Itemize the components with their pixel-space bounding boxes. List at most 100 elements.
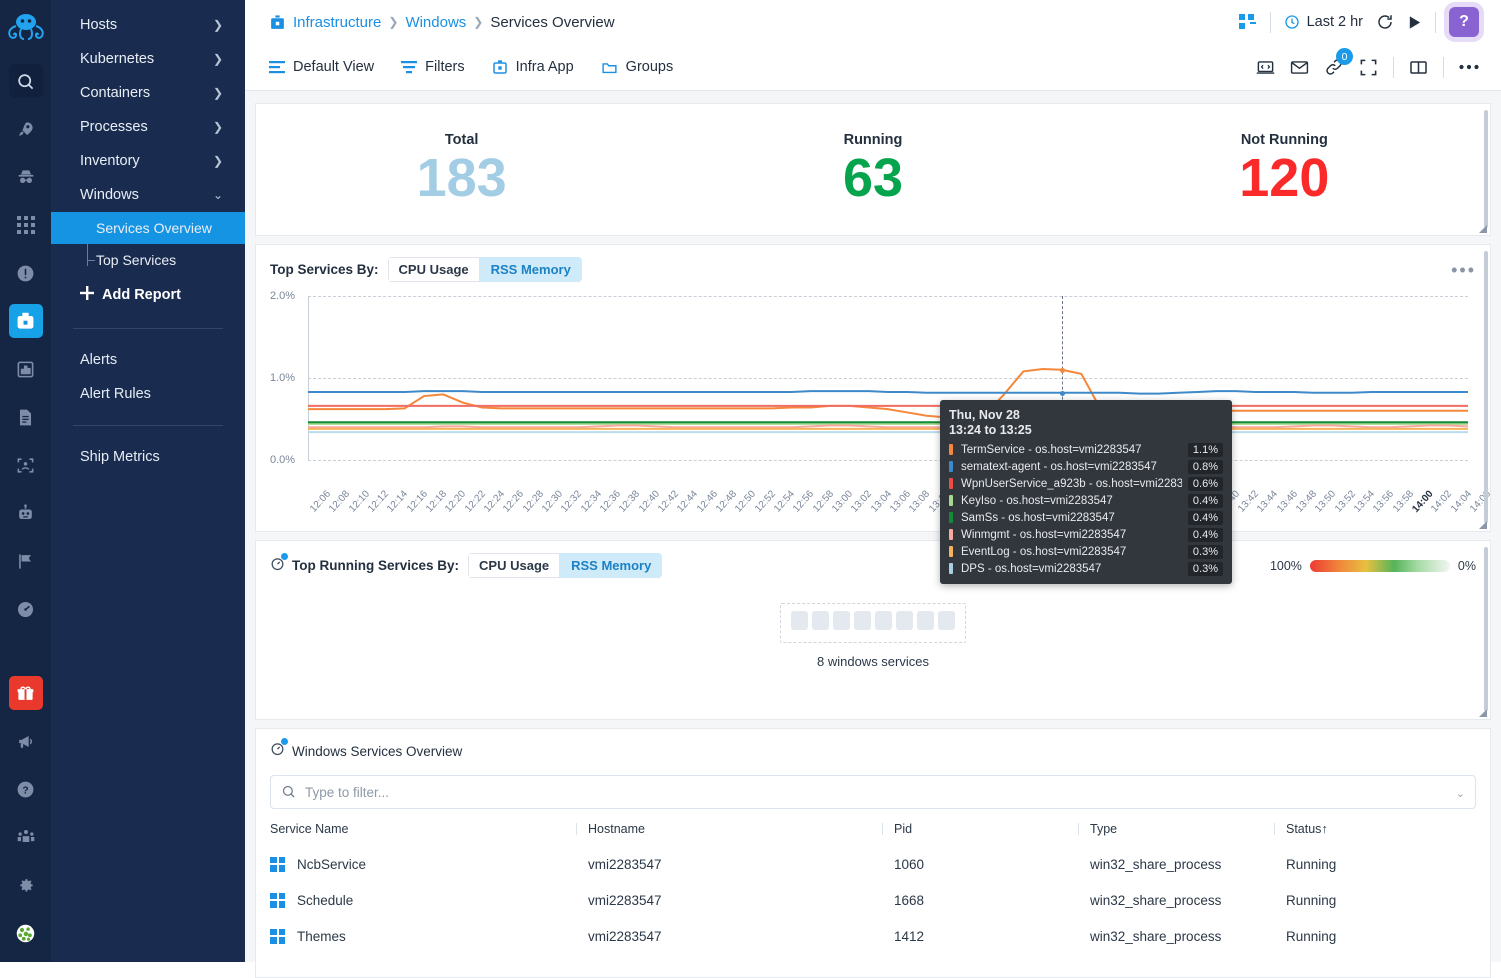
community-icon[interactable] (9, 820, 43, 854)
tab-rss-memory[interactable]: RSS Memory (560, 553, 662, 578)
sidebar-item-containers[interactable]: Containers ❯ (51, 76, 245, 110)
filter-input[interactable] (270, 775, 1476, 809)
divider (1393, 57, 1394, 78)
chevron-right-icon: ❯ (473, 15, 483, 29)
mail-icon[interactable] (1290, 58, 1309, 77)
sidebar-item-alerts[interactable]: Alerts (51, 343, 245, 377)
help-question-icon[interactable]: ? (1449, 7, 1479, 37)
column-header-status[interactable]: Status↑ (1274, 822, 1464, 836)
sidebar-item-ship-metrics[interactable]: Ship Metrics (51, 440, 245, 474)
panel-scrollbar[interactable] (1484, 110, 1488, 228)
octopus-logo[interactable] (6, 10, 46, 49)
panel-scrollbar[interactable] (1484, 251, 1488, 523)
play-icon[interactable] (1407, 15, 1422, 30)
cell-service-name: NcbService (270, 857, 576, 872)
treemap-cell[interactable] (938, 611, 955, 630)
column-header-hostname[interactable]: Hostname (576, 822, 882, 836)
grid-apps-icon[interactable] (9, 208, 43, 242)
treemap-cell[interactable] (833, 611, 850, 630)
treemap-cell[interactable] (791, 611, 808, 630)
treemap-cell[interactable] (812, 611, 829, 630)
stat-value: 63 (667, 150, 1078, 207)
sidebar-item-services-overview[interactable]: Services Overview (51, 212, 245, 244)
more-options-icon[interactable] (1459, 64, 1479, 70)
column-header-service-name[interactable]: Service Name (270, 822, 576, 836)
settings-gear-icon[interactable] (9, 868, 43, 902)
panel-scrollbar[interactable] (1484, 547, 1488, 711)
sidebar-item-processes[interactable]: Processes ❯ (51, 110, 245, 144)
robot-icon[interactable] (9, 496, 43, 530)
terminal-icon[interactable] (1256, 58, 1275, 77)
filters-button[interactable]: Filters (401, 59, 464, 75)
sidebar-item-label: Containers (80, 85, 150, 101)
rocket-icon[interactable] (9, 112, 43, 146)
panel-resize-handle[interactable] (1478, 520, 1487, 529)
bar-chart-icon[interactable] (9, 352, 43, 386)
sort-ascending-icon: ↑ (1321, 822, 1327, 836)
table-row[interactable]: Schedulevmi22835471668win32_share_proces… (270, 882, 1476, 918)
time-range-picker[interactable]: Last 2 hr (1284, 14, 1363, 30)
chevron-right-icon: ❯ (213, 53, 223, 65)
chart-lines (308, 296, 1468, 460)
treemap-cell[interactable] (854, 611, 871, 630)
default-view-button[interactable]: Default View (269, 59, 374, 75)
treemap-cell[interactable] (917, 611, 934, 630)
sidebar-item-kubernetes[interactable]: Kubernetes ❯ (51, 42, 245, 76)
table-row[interactable]: NcbServicevmi22835471060win32_share_proc… (270, 846, 1476, 882)
logs-document-icon[interactable] (9, 400, 43, 434)
x-tick-label: 12:34 (579, 489, 604, 515)
detective-icon[interactable] (9, 160, 43, 194)
tooltip-row: SamSs - os.host=vmi22835470.4% (949, 509, 1223, 526)
sidebar-item-top-services[interactable]: Top Services (51, 244, 245, 276)
chart-plot[interactable] (308, 296, 1468, 460)
x-tick-label: 12:16 (405, 489, 430, 515)
split-view-icon[interactable] (1409, 58, 1428, 77)
flag-icon[interactable] (9, 544, 43, 578)
panel-resize-handle[interactable] (1478, 224, 1487, 233)
help-circle-icon[interactable]: ? (9, 772, 43, 806)
tab-cpu-usage[interactable]: CPU Usage (468, 553, 560, 578)
chevron-down-icon[interactable]: ⌄ (1456, 787, 1465, 800)
sidebar-item-windows[interactable]: Windows ⌄ (51, 178, 245, 212)
search-icon[interactable] (9, 64, 43, 98)
panel-resize-handle[interactable] (1478, 708, 1487, 717)
infrastructure-icon[interactable] (9, 304, 43, 338)
refresh-icon[interactable] (1376, 13, 1394, 31)
fullscreen-icon[interactable] (1359, 58, 1378, 77)
y-tick-label: 0.0% (270, 454, 295, 466)
globe-icon[interactable] (9, 916, 43, 950)
windows-services-table-panel: Windows Services Overview ⌄ Service Name… (255, 728, 1491, 978)
tab-rss-memory[interactable]: RSS Memory (480, 257, 582, 282)
add-report-button[interactable]: Add Report (51, 276, 245, 314)
treemap-cell[interactable] (896, 611, 913, 630)
alert-circle-icon[interactable] (9, 256, 43, 290)
sidebar-item-alert-rules[interactable]: Alert Rules (51, 377, 245, 411)
treemap-cell[interactable] (875, 611, 892, 630)
divider (1270, 12, 1271, 33)
groups-button[interactable]: Groups (601, 59, 674, 76)
gift-icon[interactable] (9, 676, 43, 710)
x-tick-label: 13:56 (1371, 489, 1396, 515)
service-name-label: Schedule (297, 893, 353, 908)
more-options-icon[interactable]: ••• (1451, 265, 1476, 275)
breadcrumb-windows[interactable]: Windows (405, 14, 466, 31)
y-tick-label: 2.0% (270, 290, 295, 302)
megaphone-icon[interactable] (9, 724, 43, 758)
sidebar-item-hosts[interactable]: Hosts ❯ (51, 8, 245, 42)
infra-app-button[interactable]: Infra App (492, 59, 574, 75)
synthetics-icon[interactable] (9, 448, 43, 482)
speedometer-icon[interactable] (9, 592, 43, 626)
treemap[interactable] (780, 603, 966, 643)
tab-cpu-usage[interactable]: CPU Usage (388, 257, 480, 282)
link-count-badge: 0 (1336, 48, 1353, 65)
link-share-icon[interactable]: 0 (1324, 57, 1344, 77)
sidebar-subtree: Services Overview Top Services (51, 212, 245, 276)
apps-grid-add-icon[interactable] (1239, 13, 1257, 31)
column-header-type[interactable]: Type (1078, 822, 1274, 836)
sidebar-item-inventory[interactable]: Inventory ❯ (51, 144, 245, 178)
column-header-pid[interactable]: Pid (882, 822, 1078, 836)
table-row[interactable]: Themesvmi22835471412win32_share_processR… (270, 918, 1476, 954)
breadcrumb-infrastructure[interactable]: Infrastructure (293, 14, 381, 31)
x-tick-label: 13:08 (907, 489, 932, 515)
x-tick-label: 12:18 (424, 489, 449, 515)
